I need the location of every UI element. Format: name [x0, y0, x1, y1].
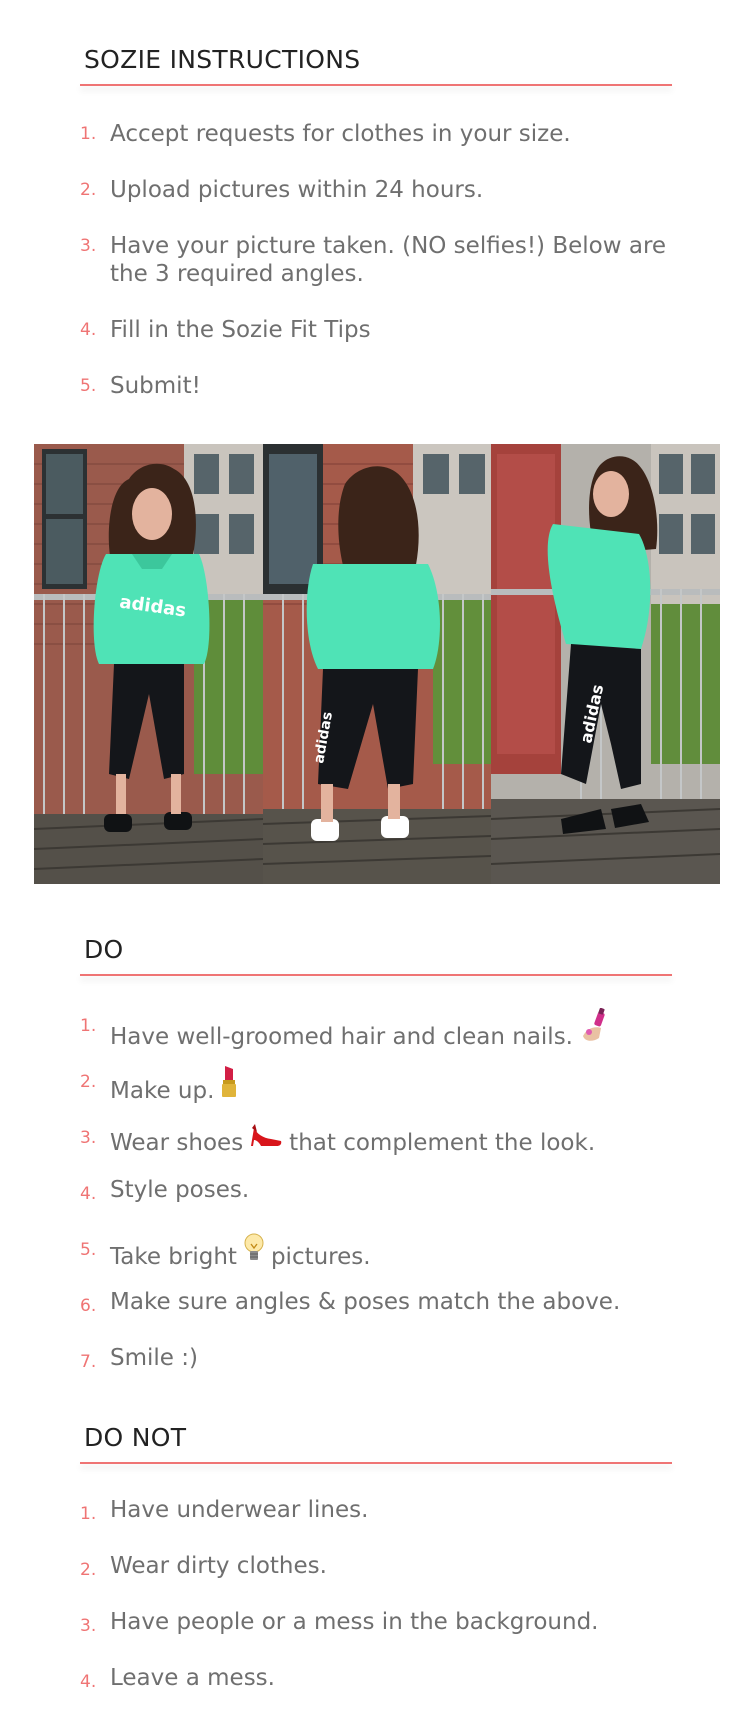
list-text: Have underwear lines.: [110, 1497, 369, 1523]
lipstick-icon: [218, 1064, 240, 1105]
list-text: Accept requests for clothes in your size…: [110, 121, 571, 147]
list-line: Make up.: [110, 1064, 672, 1105]
list-text: Have people or a mess in the background.: [110, 1609, 599, 1635]
list-number: 2.: [80, 180, 97, 200]
list-number: 1.: [80, 1504, 97, 1524]
list-number: 7.: [80, 1352, 97, 1372]
list-text-after: that complement the look.: [289, 1130, 596, 1156]
list-text-after: pictures.: [270, 1244, 371, 1270]
do-divider: [80, 974, 672, 976]
high-heel-icon: [249, 1120, 283, 1157]
do-not-title: DO NOT: [84, 1423, 187, 1452]
do-not-divider: [80, 1462, 672, 1464]
list-line: Have well-groomed hair and clean nails.: [110, 1007, 672, 1051]
list-number: 4.: [80, 1184, 97, 1204]
do-title: DO: [84, 935, 124, 964]
instructions-section: SOZIE INSTRUCTIONS 1. Accept requests for…: [80, 40, 672, 399]
list-number: 5.: [80, 376, 97, 396]
list-text: Fill in the Sozie Fit Tips: [110, 317, 371, 343]
list-text: Style poses.: [110, 1177, 250, 1203]
list-line: Take bright pictures.: [110, 1232, 672, 1271]
do-not-section: DO NOT 1. Have underwear lines. 2. Wear di…: [80, 1418, 672, 1692]
list-number: 1.: [80, 1016, 97, 1036]
list-text: Wear shoes: [110, 1130, 244, 1156]
instructions-title: SOZIE INSTRUCTIONS: [84, 45, 361, 74]
list-number: 2.: [80, 1072, 97, 1092]
list-number: 1.: [80, 124, 97, 144]
photo-side-angle: adidas: [491, 444, 720, 884]
list-number: 6.: [80, 1296, 97, 1316]
list-number: 3.: [80, 1128, 97, 1148]
list-line: Wear shoes that complement the look.: [110, 1120, 672, 1157]
list-text: Submit!: [110, 373, 201, 399]
list-text: Upload pictures within 24 hours.: [110, 177, 484, 203]
list-text: Have well-groomed hair and clean nails.: [110, 1024, 573, 1050]
photo-back-angle: adidas: [262, 444, 492, 884]
light-bulb-icon: [243, 1232, 265, 1271]
list-text: Smile :): [110, 1345, 198, 1371]
list-text: Have your picture taken. (NO selfies!) B…: [110, 233, 667, 287]
list-number: 4.: [80, 320, 97, 340]
photo-front-angle: adidas: [34, 444, 263, 884]
list-number: 3.: [80, 236, 97, 256]
required-angles-photos: adidas adidas adidas: [34, 444, 720, 884]
do-section: DO 1. Have well-groomed hair and clean n…: [80, 930, 672, 1372]
list-text: Leave a mess.: [110, 1665, 275, 1691]
nail-polish-icon: [577, 1007, 611, 1051]
instructions-divider: [80, 84, 672, 86]
list-number: 4.: [80, 1672, 97, 1692]
list-text: Take bright: [110, 1244, 237, 1270]
list-text: Wear dirty clothes.: [110, 1553, 327, 1579]
list-number: 3.: [80, 1616, 97, 1636]
list-text: Make up.: [110, 1078, 215, 1104]
list-text: Make sure angles & poses match the above…: [110, 1289, 621, 1315]
list-number: 2.: [80, 1560, 97, 1580]
list-number: 5.: [80, 1240, 97, 1260]
